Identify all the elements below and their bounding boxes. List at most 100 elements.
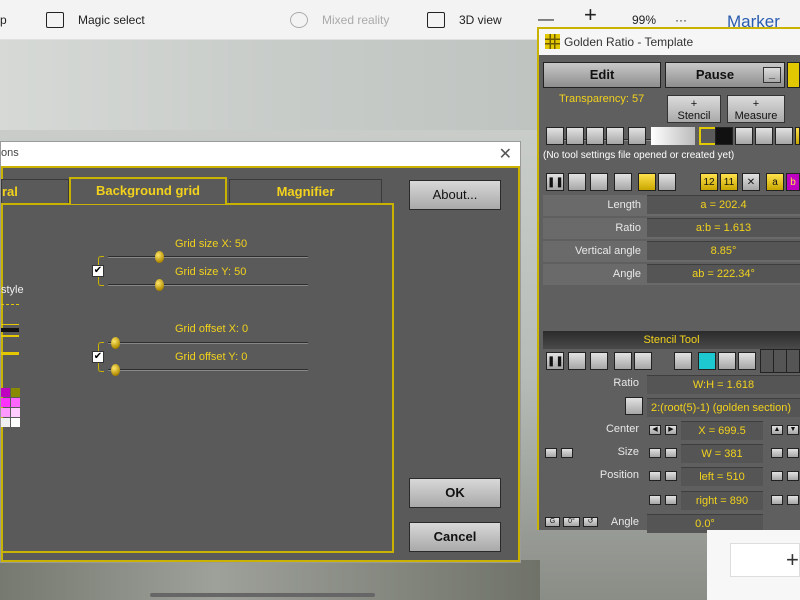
rotate-icon[interactable] bbox=[590, 173, 608, 191]
stencil-tool-header: Stencil Tool bbox=[543, 331, 800, 349]
swatch[interactable] bbox=[1, 388, 10, 397]
zoom-in-button[interactable]: + bbox=[584, 2, 597, 27]
right-down-icon[interactable] bbox=[787, 495, 799, 505]
tab-magnifier[interactable]: Magnifier bbox=[229, 179, 382, 203]
angle-tool-icon[interactable] bbox=[638, 173, 656, 191]
link-grid-offset-checkbox[interactable]: ✔ bbox=[92, 351, 104, 363]
camera-icon[interactable] bbox=[628, 127, 646, 145]
ratio-12-icon[interactable]: 12 bbox=[700, 173, 718, 191]
swatch[interactable] bbox=[11, 418, 20, 427]
position-left-icon[interactable] bbox=[649, 471, 661, 481]
add-button[interactable]: + bbox=[730, 543, 800, 577]
color-bar[interactable] bbox=[651, 127, 695, 145]
color-palette bbox=[1, 388, 21, 438]
center-up-arrow[interactable]: ▲ bbox=[771, 425, 783, 435]
dotted-line-style[interactable] bbox=[1, 304, 19, 305]
swatch[interactable] bbox=[11, 398, 20, 407]
print-icon[interactable] bbox=[606, 127, 624, 145]
clear-icon[interactable]: ✕ bbox=[742, 173, 760, 191]
grid-size-x-slider[interactable] bbox=[108, 256, 308, 258]
grid-size-x-knob[interactable] bbox=[155, 251, 164, 263]
swatch[interactable] bbox=[1, 418, 10, 427]
stencil-pause-icon[interactable]: ❚❚ bbox=[546, 352, 564, 370]
length-label: Length bbox=[607, 199, 641, 211]
angle-line-icon[interactable] bbox=[658, 173, 676, 191]
formula-icon[interactable] bbox=[625, 397, 643, 415]
black-color-swatch[interactable] bbox=[715, 127, 733, 145]
center-value: X = 699.5 bbox=[681, 421, 763, 440]
swatch[interactable] bbox=[1, 398, 10, 407]
yellow-toggle[interactable] bbox=[787, 62, 800, 88]
pause-icon[interactable]: ❚❚ bbox=[546, 173, 564, 191]
layout-grid-icon[interactable] bbox=[760, 349, 800, 373]
stencil-square-icon[interactable] bbox=[634, 352, 652, 370]
canvas-scrollbar[interactable] bbox=[150, 593, 375, 597]
angle-value: ab = 222.34° bbox=[647, 264, 800, 283]
tab-general[interactable]: ral bbox=[1, 179, 69, 203]
minimize-button[interactable]: _ bbox=[763, 67, 781, 83]
swatch[interactable] bbox=[11, 408, 20, 417]
right-right-icon[interactable] bbox=[665, 495, 677, 505]
pointer-icon[interactable] bbox=[674, 352, 692, 370]
center-right-arrow[interactable]: ▶ bbox=[665, 425, 677, 435]
position-right-icon[interactable] bbox=[665, 471, 677, 481]
size-widen-icon[interactable] bbox=[665, 448, 677, 458]
size-height-alt-icon[interactable] bbox=[787, 448, 799, 458]
letter-a-icon[interactable]: a bbox=[766, 173, 784, 191]
grid-offset-x-knob[interactable] bbox=[111, 337, 120, 349]
grid-size-y-knob[interactable] bbox=[155, 279, 164, 291]
stencil-button[interactable]: + Stencil bbox=[667, 95, 721, 123]
center-left-arrow[interactable]: ◀ bbox=[649, 425, 661, 435]
grid-offset-y-slider[interactable] bbox=[108, 369, 308, 371]
status-text: (No tool settings file opened or created… bbox=[543, 150, 735, 161]
grid-offset-x-slider[interactable] bbox=[108, 342, 308, 344]
new-file-icon[interactable] bbox=[546, 127, 564, 145]
flip-icon[interactable] bbox=[568, 173, 586, 191]
cancel-button[interactable]: Cancel bbox=[409, 522, 501, 552]
about-button[interactable]: About... bbox=[409, 180, 501, 210]
center-down-arrow[interactable]: ▼ bbox=[787, 425, 799, 435]
lines-icon[interactable] bbox=[718, 352, 736, 370]
grid-icon[interactable] bbox=[755, 127, 773, 145]
formula-value: 2:(root(5)-1) (golden section) bbox=[647, 398, 800, 417]
target-icon[interactable] bbox=[614, 173, 632, 191]
grid-size-y-slider[interactable] bbox=[108, 284, 308, 286]
tab-background-grid[interactable]: Background grid bbox=[69, 177, 227, 204]
size-height-icon[interactable] bbox=[771, 448, 783, 458]
search-icon[interactable] bbox=[735, 127, 753, 145]
close-icon[interactable]: ✕ bbox=[499, 144, 512, 164]
solid-line-style-1[interactable] bbox=[1, 324, 19, 325]
cyan-fill-icon[interactable] bbox=[698, 352, 716, 370]
mixed-reality-button[interactable]: Mixed reality bbox=[290, 11, 389, 29]
link-grid-size-checkbox[interactable]: ✔ bbox=[92, 265, 104, 277]
add-icon: + bbox=[786, 547, 799, 572]
magic-select-button[interactable]: Magic select bbox=[46, 11, 145, 29]
save-file-icon[interactable] bbox=[586, 127, 604, 145]
stencil-target-icon[interactable] bbox=[614, 352, 632, 370]
position-up-icon[interactable] bbox=[771, 471, 783, 481]
ratio-11-icon[interactable]: 11 bbox=[720, 173, 738, 191]
swatch[interactable] bbox=[1, 408, 10, 417]
ok-button[interactable]: OK bbox=[409, 478, 501, 508]
grid-split-icon[interactable] bbox=[738, 352, 756, 370]
stencil-flip-icon[interactable] bbox=[568, 352, 586, 370]
3d-view-button[interactable]: 3D view bbox=[427, 11, 502, 29]
toolbar-crop-item[interactable]: p bbox=[0, 11, 7, 29]
size-narrow-icon[interactable] bbox=[649, 448, 661, 458]
letter-b-icon[interactable]: b bbox=[786, 173, 800, 191]
line-style-label: style bbox=[1, 284, 24, 296]
right-left-icon[interactable] bbox=[649, 495, 661, 505]
crosshair-icon[interactable] bbox=[775, 127, 793, 145]
open-file-icon[interactable] bbox=[566, 127, 584, 145]
stencil-rotate-icon[interactable] bbox=[590, 352, 608, 370]
swatch[interactable] bbox=[11, 388, 20, 397]
solid-line-style-4[interactable] bbox=[1, 352, 19, 355]
edit-button[interactable]: Edit bbox=[543, 62, 661, 88]
measure-button[interactable]: + Measure bbox=[727, 95, 785, 123]
solid-line-style-2[interactable] bbox=[1, 328, 19, 332]
yellow-tool-icon[interactable] bbox=[795, 127, 800, 145]
grid-offset-y-knob[interactable] bbox=[111, 364, 120, 376]
right-up-icon[interactable] bbox=[771, 495, 783, 505]
solid-line-style-3[interactable] bbox=[1, 335, 19, 337]
position-down-icon[interactable] bbox=[787, 471, 799, 481]
